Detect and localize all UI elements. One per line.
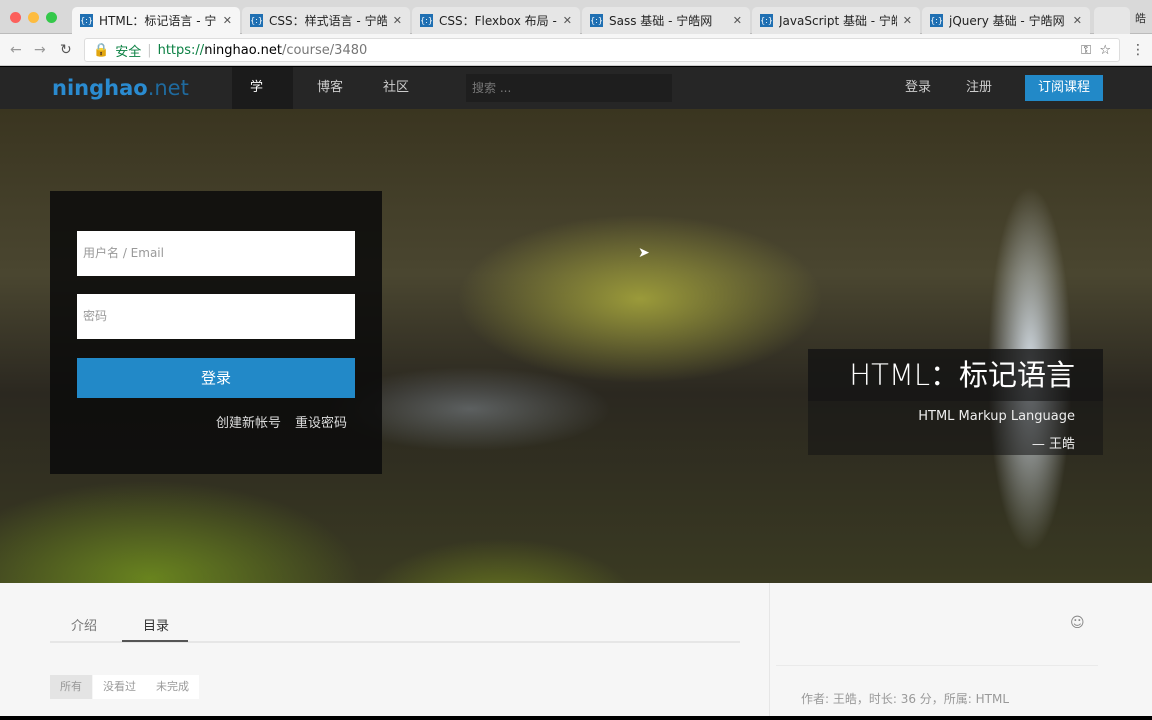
secure-label: 安全 bbox=[115, 44, 142, 60]
subscribe-button[interactable]: 订阅课程 bbox=[1025, 75, 1103, 101]
browser-tab[interactable]: {:} CSS：Flexbox 布局 - 宁 ✕ bbox=[412, 7, 580, 34]
url-text: https://ninghao.net/course/3480 bbox=[158, 43, 368, 58]
course-author: — 王皓 bbox=[1031, 437, 1075, 452]
close-tab-icon[interactable]: ✕ bbox=[903, 14, 912, 27]
course-content: 介绍 目录 所有 没看过 未完成 ☺ 作者: 王皓，时长: 36 分，所属: H… bbox=[0, 583, 1152, 716]
search-input[interactable]: 搜索 ... bbox=[466, 74, 672, 102]
favicon-icon: {:} bbox=[80, 14, 93, 27]
hero-banner: 用户名 / Email 密码 登录 创建新帐号 重设密码 HTML：标记语言 H… bbox=[0, 109, 1152, 583]
url-path: /course/3480 bbox=[281, 42, 368, 58]
sidebar-rule bbox=[776, 665, 1098, 666]
browser-tab-bar: {:} HTML：标记语言 - 宁皓 ✕ {:} CSS：样式语言 - 宁皓网 ✕ {:… bbox=[0, 0, 1152, 34]
mouse-cursor-icon: ➤ bbox=[638, 245, 650, 261]
back-icon[interactable]: ← bbox=[10, 42, 22, 58]
url-scheme: https:// bbox=[157, 42, 205, 58]
tab-intro[interactable]: 介绍 bbox=[71, 615, 97, 634]
tab-title: JavaScript 基础 - 宁皓网 bbox=[779, 14, 897, 28]
tab-title: HTML：标记语言 - 宁皓 bbox=[99, 14, 217, 28]
favicon-icon: {:} bbox=[930, 14, 943, 27]
tab-contents[interactable]: 目录 bbox=[143, 615, 169, 634]
bookmark-star-icon[interactable]: ☆ bbox=[1099, 43, 1111, 58]
url-host: ninghao.net bbox=[204, 42, 282, 58]
browser-tab[interactable]: {:} CSS：样式语言 - 宁皓网 ✕ bbox=[242, 7, 410, 34]
course-meta: 作者: 王皓，时长: 36 分，所属: HTML bbox=[801, 692, 1010, 706]
logo-suffix: .net bbox=[147, 76, 189, 100]
tab-title: CSS：Flexbox 布局 - 宁 bbox=[439, 14, 557, 28]
address-toolbar: ← → ↻ 🔒 安全 | https://ninghao.net/course/… bbox=[0, 34, 1152, 66]
site-navigation: ninghao.net 学习 博客 社区 搜索 ... 登录 注册 订阅课程 bbox=[0, 67, 1152, 137]
maximize-window-button[interactable] bbox=[46, 12, 57, 23]
tab-title: CSS：样式语言 - 宁皓网 bbox=[269, 14, 387, 28]
site-logo[interactable]: ninghao.net bbox=[52, 76, 189, 100]
favicon-icon: {:} bbox=[760, 14, 773, 27]
password-input[interactable]: 密码 bbox=[77, 294, 355, 339]
window-controls[interactable] bbox=[10, 12, 57, 23]
browser-tab[interactable]: {:} JavaScript 基础 - 宁皓网 ✕ bbox=[752, 7, 920, 34]
nav-item-learn[interactable]: 学习 bbox=[232, 67, 293, 137]
menu-icon[interactable]: ⋮ bbox=[1131, 42, 1145, 58]
key-icon[interactable]: ⚿ bbox=[1081, 43, 1091, 58]
new-tab-button[interactable] bbox=[1094, 7, 1130, 34]
close-tab-icon[interactable]: ✕ bbox=[223, 14, 232, 27]
minimize-window-button[interactable] bbox=[28, 12, 39, 23]
nav-item-community[interactable]: 社区 bbox=[359, 67, 433, 109]
close-tab-icon[interactable]: ✕ bbox=[1073, 14, 1082, 27]
login-panel: 用户名 / Email 密码 登录 创建新帐号 重设密码 bbox=[50, 191, 382, 474]
filter-unwatched[interactable]: 没看过 bbox=[93, 675, 146, 699]
profile-label[interactable]: 皓 bbox=[1135, 10, 1146, 26]
favicon-icon: {:} bbox=[250, 14, 263, 27]
close-tab-icon[interactable]: ✕ bbox=[563, 14, 572, 27]
close-tab-icon[interactable]: ✕ bbox=[733, 14, 742, 27]
smiley-icon[interactable]: ☺ bbox=[1070, 615, 1085, 631]
browser-tab[interactable]: {:} jQuery 基础 - 宁皓网 ✕ bbox=[922, 7, 1090, 34]
login-submit-button[interactable]: 登录 bbox=[77, 358, 355, 398]
create-account-link[interactable]: 创建新帐号 bbox=[216, 412, 281, 431]
close-window-button[interactable] bbox=[10, 12, 21, 23]
filter-unfinished[interactable]: 未完成 bbox=[146, 675, 199, 699]
active-tab-indicator bbox=[122, 640, 188, 642]
url-bar[interactable]: 🔒 安全 | https://ninghao.net/course/3480 ⚿… bbox=[84, 38, 1120, 62]
username-input[interactable]: 用户名 / Email bbox=[77, 231, 355, 276]
tab-title: jQuery 基础 - 宁皓网 bbox=[949, 14, 1065, 28]
nav-item-blog[interactable]: 博客 bbox=[293, 67, 367, 109]
forward-icon[interactable]: → bbox=[34, 42, 46, 58]
close-tab-icon[interactable]: ✕ bbox=[393, 14, 402, 27]
lock-icon: 🔒 bbox=[93, 42, 110, 58]
reset-password-link[interactable]: 重设密码 bbox=[295, 412, 347, 431]
sidebar-divider bbox=[769, 583, 770, 716]
course-title: HTML：标记语言 bbox=[808, 349, 1103, 401]
reload-icon[interactable]: ↻ bbox=[60, 42, 72, 58]
browser-tab[interactable]: {:} HTML：标记语言 - 宁皓 ✕ bbox=[72, 7, 240, 34]
favicon-icon: {:} bbox=[590, 14, 603, 27]
register-link[interactable]: 注册 bbox=[942, 67, 1016, 109]
logo-main: ninghao bbox=[52, 76, 148, 100]
tab-title: Sass 基础 - 宁皓网 bbox=[609, 14, 713, 28]
favicon-icon: {:} bbox=[420, 14, 433, 27]
course-subtitle: HTML Markup Language bbox=[918, 409, 1075, 424]
filter-all[interactable]: 所有 bbox=[50, 675, 92, 699]
course-info-panel: HTML：标记语言 HTML Markup Language — 王皓 bbox=[808, 349, 1103, 455]
browser-tab[interactable]: {:} Sass 基础 - 宁皓网 ✕ bbox=[582, 7, 750, 34]
